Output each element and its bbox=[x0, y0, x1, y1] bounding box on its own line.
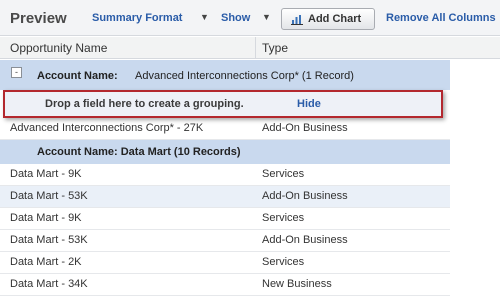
summary-format-dropdown[interactable]: Summary Format bbox=[92, 12, 182, 24]
table-row[interactable]: Data Mart - 53K Add-On Business bbox=[0, 230, 450, 252]
show-dropdown[interactable]: Show bbox=[221, 12, 250, 24]
group-header-advanced-interconnections: - Account Name: Advanced Interconnection… bbox=[0, 60, 450, 90]
opportunity-name-cell: Data Mart - 2K bbox=[10, 256, 82, 268]
column-divider bbox=[255, 37, 256, 59]
drop-zone-text: Drop a field here to create a grouping. bbox=[45, 98, 244, 110]
table-row[interactable]: Data Mart - 9K Services bbox=[0, 164, 450, 186]
opportunity-name-cell: Data Mart - 34K bbox=[10, 278, 88, 290]
group-label: Account Name: bbox=[37, 70, 118, 82]
group-label: Account Name: Data Mart (10 Records) bbox=[37, 146, 241, 158]
grouping-drop-zone[interactable]: Drop a field here to create a grouping. … bbox=[3, 90, 443, 118]
table-row[interactable]: Data Mart - 2K Services bbox=[0, 252, 450, 274]
table-header: Opportunity Name Type bbox=[0, 37, 500, 59]
add-chart-label: Add Chart bbox=[308, 13, 362, 25]
type-cell: Services bbox=[262, 168, 305, 180]
chevron-down-icon[interactable]: ▼ bbox=[200, 12, 209, 22]
report-toolbar: Preview Summary Format ▼ Show ▼ Add Char… bbox=[0, 0, 500, 36]
collapse-icon[interactable]: - bbox=[11, 67, 22, 78]
opportunity-name-cell: Data Mart - 9K bbox=[10, 168, 82, 180]
preview-title: Preview bbox=[10, 10, 67, 27]
type-cell: Services bbox=[262, 212, 305, 224]
group-header-data-mart: Account Name: Data Mart (10 Records) bbox=[0, 140, 450, 164]
hide-link[interactable]: Hide bbox=[297, 98, 321, 110]
table-row[interactable]: Advanced Interconnections Corp* - 27K Ad… bbox=[0, 118, 450, 140]
opportunity-name-cell: Data Mart - 9K bbox=[10, 212, 82, 224]
type-cell: Add-On Business bbox=[262, 122, 348, 134]
opportunity-name-cell: Data Mart - 53K bbox=[10, 190, 88, 202]
table-row[interactable]: Data Mart - 9K Services bbox=[0, 208, 450, 230]
group-value: Advanced Interconnections Corp* (1 Recor… bbox=[135, 70, 354, 82]
right-blank-area bbox=[450, 60, 500, 296]
opportunity-name-cell: Data Mart - 53K bbox=[10, 234, 88, 246]
type-cell: Services bbox=[262, 256, 305, 268]
column-header-opportunity-name[interactable]: Opportunity Name bbox=[10, 41, 107, 55]
type-cell: Add-On Business bbox=[262, 190, 348, 202]
type-cell: Add-On Business bbox=[262, 234, 348, 246]
table-row[interactable]: Data Mart - 53K Add-On Business bbox=[0, 186, 450, 208]
add-chart-button[interactable]: Add Chart bbox=[281, 8, 375, 30]
remove-all-columns-link[interactable]: Remove All Columns bbox=[386, 12, 496, 24]
table-row[interactable]: Data Mart - 34K New Business bbox=[0, 274, 450, 296]
chevron-down-icon[interactable]: ▼ bbox=[262, 12, 271, 22]
column-header-type[interactable]: Type bbox=[262, 41, 288, 55]
bar-chart-icon bbox=[291, 15, 303, 25]
type-cell: New Business bbox=[262, 278, 332, 290]
opportunity-name-cell: Advanced Interconnections Corp* - 27K bbox=[10, 122, 204, 134]
